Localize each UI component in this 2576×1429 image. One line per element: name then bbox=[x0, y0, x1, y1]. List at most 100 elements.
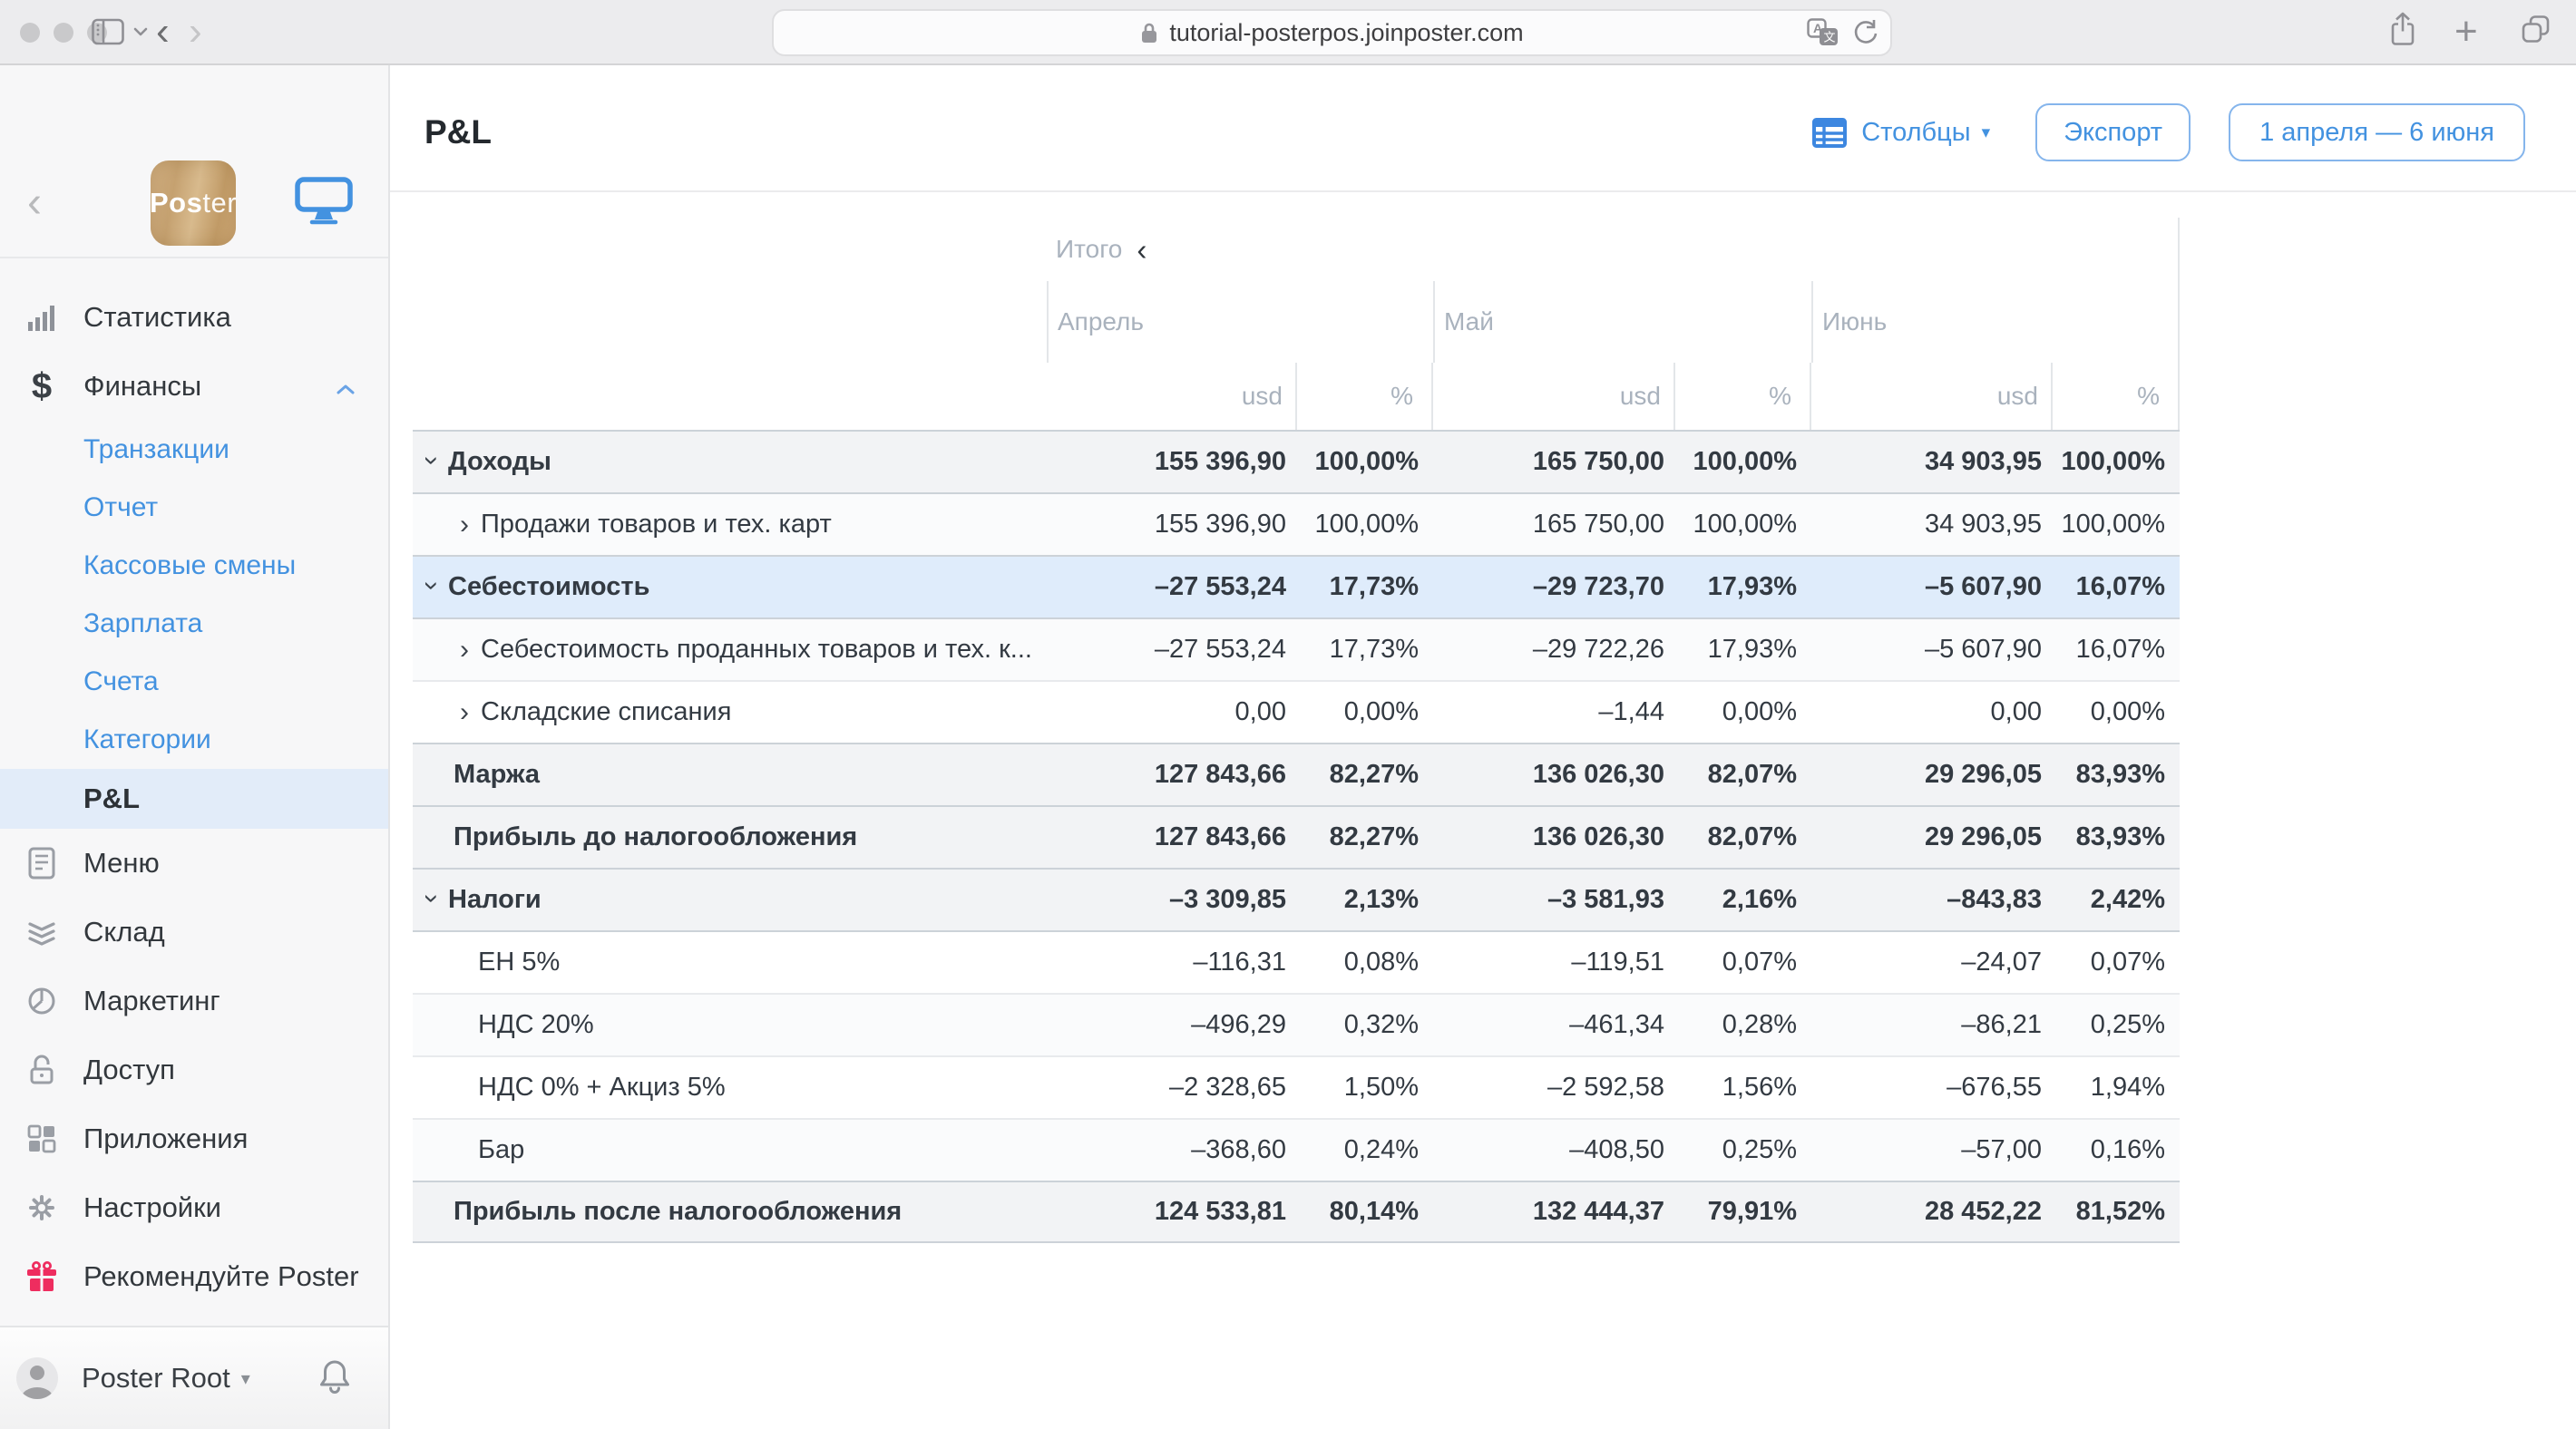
tab-overview-icon[interactable] bbox=[2520, 14, 2552, 51]
date-range-button[interactable]: 1 апреля — 6 июня bbox=[2229, 103, 2525, 161]
forward-button[interactable]: › bbox=[189, 12, 202, 52]
sidebar-item-categories[interactable]: Категории bbox=[0, 711, 388, 769]
percent-value-cell: 100,00% bbox=[1675, 432, 1811, 492]
main-content: P&L Столбцы ▾ Экспорт 1 апреля — 6 июня … bbox=[390, 65, 2576, 1429]
row-label: Продажи товаров и тех. карт bbox=[481, 510, 832, 540]
amount-value-cell: –5 607,90 bbox=[1811, 619, 2053, 680]
table-row: ›Складские списания0,000,00%–1,440,00%0,… bbox=[413, 680, 2180, 743]
sidebar-item-transactions[interactable]: Транзакции bbox=[0, 421, 388, 479]
browser-chrome: ‹ › tutorial-posterpos.joinposter.com A文… bbox=[0, 0, 2576, 65]
sidebar-item-report[interactable]: Отчет bbox=[0, 479, 388, 537]
row-label: Доходы bbox=[448, 447, 551, 477]
url-text: tutorial-posterpos.joinposter.com bbox=[1169, 19, 1523, 47]
sidebar-item-cash-shifts[interactable]: Кассовые смены bbox=[0, 537, 388, 595]
export-button[interactable]: Экспорт bbox=[2035, 103, 2191, 161]
sidebar: ‹ Poster Статистика $ Финансы bbox=[0, 65, 390, 1429]
row-label-cell[interactable]: ›Доходы bbox=[413, 432, 1047, 492]
sidebar-item-marketing[interactable]: Маркетинг bbox=[0, 967, 388, 1035]
percent-value-cell: 100,00% bbox=[2053, 494, 2180, 555]
browser-sidebar-toggle-icon[interactable] bbox=[92, 18, 124, 45]
percent-value-cell: 2,13% bbox=[1297, 870, 1433, 930]
percent-value-cell: 82,07% bbox=[1675, 807, 1811, 868]
page-title: P&L bbox=[424, 113, 492, 151]
pl-table-body: ›Доходы155 396,90100,00%165 750,00100,00… bbox=[413, 430, 2180, 1243]
table-header-units-row: usd % usd % usd % bbox=[413, 363, 2180, 430]
columns-button[interactable]: Столбцы ▾ bbox=[1812, 118, 1990, 148]
chevron-down-icon[interactable] bbox=[132, 26, 149, 37]
layers-icon bbox=[25, 912, 58, 952]
row-label-cell[interactable]: ›Налоги bbox=[413, 870, 1047, 930]
sidebar-item-apps[interactable]: Приложения bbox=[0, 1104, 388, 1173]
minimize-window-button[interactable] bbox=[54, 23, 73, 43]
sidebar-item-stock[interactable]: Склад bbox=[0, 898, 388, 967]
reload-icon[interactable] bbox=[1850, 18, 1879, 47]
amount-value-cell: 165 750,00 bbox=[1433, 494, 1675, 555]
close-window-button[interactable] bbox=[20, 23, 40, 43]
amount-value-cell: 136 026,30 bbox=[1433, 807, 1675, 868]
unit-header: usd bbox=[1047, 363, 1297, 430]
sidebar-item-statistics[interactable]: Статистика bbox=[0, 283, 388, 352]
expand-row-icon[interactable]: › bbox=[460, 637, 469, 664]
percent-value-cell: 83,93% bbox=[2053, 744, 2180, 805]
sidebar-item-label: Меню bbox=[83, 847, 160, 880]
row-label-cell[interactable]: ›Себестоимость проданных товаров и тех. … bbox=[413, 619, 1047, 680]
collapse-sidebar-icon[interactable]: ‹ bbox=[27, 181, 42, 225]
amount-value-cell: –368,60 bbox=[1047, 1120, 1297, 1181]
table-header-months-row: Апрель Май Июнь bbox=[413, 281, 2180, 363]
row-label: Бар bbox=[478, 1135, 524, 1165]
amount-value-cell: 29 296,05 bbox=[1811, 807, 2053, 868]
amount-value-cell: –461,34 bbox=[1433, 995, 1675, 1055]
collapse-row-icon[interactable]: › bbox=[418, 894, 445, 903]
percent-value-cell: 17,93% bbox=[1675, 619, 1811, 680]
percent-value-cell: 2,42% bbox=[2053, 870, 2180, 930]
expand-totals-icon[interactable]: ‹ bbox=[1137, 235, 1147, 265]
percent-value-cell: 0,16% bbox=[2053, 1120, 2180, 1181]
sidebar-item-finances[interactable]: $ Финансы bbox=[0, 352, 388, 421]
pos-terminal-icon[interactable] bbox=[294, 176, 354, 233]
chevron-up-icon[interactable] bbox=[336, 370, 356, 403]
share-icon[interactable] bbox=[2386, 12, 2419, 53]
totals-column-toggle[interactable]: Итого ‹ bbox=[1047, 218, 2180, 281]
translate-icon[interactable]: A文 bbox=[1807, 18, 1839, 47]
percent-value-cell: 80,14% bbox=[1297, 1182, 1433, 1241]
sidebar-item-label: Приложения bbox=[83, 1123, 248, 1155]
poster-logo[interactable]: Poster bbox=[151, 160, 236, 246]
address-bar[interactable]: tutorial-posterpos.joinposter.com A文 bbox=[772, 9, 1892, 56]
row-label-cell[interactable]: ›Себестоимость bbox=[413, 557, 1047, 617]
collapse-row-icon[interactable]: › bbox=[418, 456, 445, 465]
sidebar-item-accounts[interactable]: Счета bbox=[0, 653, 388, 711]
amount-value-cell: 127 843,66 bbox=[1047, 744, 1297, 805]
row-label-cell: Маржа bbox=[413, 744, 1047, 805]
back-button[interactable]: ‹ bbox=[156, 12, 170, 52]
percent-value-cell: 82,27% bbox=[1297, 807, 1433, 868]
user-menu[interactable]: Poster Root bbox=[82, 1362, 230, 1395]
expand-row-icon[interactable]: › bbox=[460, 699, 469, 726]
sidebar-item-access[interactable]: Доступ bbox=[0, 1035, 388, 1104]
month-header: Май bbox=[1433, 281, 1811, 363]
sidebar-item-recommend[interactable]: Рекомендуйте Poster bbox=[0, 1242, 388, 1311]
sidebar-item-menu[interactable]: Меню bbox=[0, 829, 388, 898]
row-label-cell: Бар bbox=[413, 1120, 1047, 1181]
chevron-down-icon[interactable]: ▾ bbox=[241, 1367, 250, 1390]
notifications-bell-icon[interactable] bbox=[317, 1357, 352, 1400]
sidebar-item-settings[interactable]: Настройки bbox=[0, 1173, 388, 1242]
row-label-cell[interactable]: ›Складские списания bbox=[413, 682, 1047, 743]
avatar[interactable] bbox=[16, 1357, 58, 1399]
amount-value-cell: 124 533,81 bbox=[1047, 1182, 1297, 1241]
collapse-row-icon[interactable]: › bbox=[418, 581, 445, 590]
sidebar-item-salary[interactable]: Зарплата bbox=[0, 595, 388, 653]
row-label-cell: Прибыль после налогообложения bbox=[413, 1182, 1047, 1241]
row-label: Прибыль до налогообложения bbox=[454, 822, 857, 852]
row-label: Себестоимость bbox=[448, 572, 649, 602]
sidebar-item-pnl[interactable]: P&L bbox=[0, 769, 388, 829]
amount-value-cell: –27 553,24 bbox=[1047, 557, 1297, 617]
document-icon bbox=[25, 843, 58, 883]
unlock-icon bbox=[25, 1050, 58, 1090]
percent-value-cell: 0,32% bbox=[1297, 995, 1433, 1055]
new-tab-icon[interactable]: + bbox=[2454, 12, 2478, 52]
page-header: P&L Столбцы ▾ Экспорт 1 апреля — 6 июня bbox=[390, 65, 2576, 192]
expand-row-icon[interactable]: › bbox=[460, 511, 469, 539]
row-label-cell: Прибыль до налогообложения bbox=[413, 807, 1047, 868]
row-label-cell[interactable]: › Продажи товаров и тех. карт bbox=[413, 494, 1047, 555]
amount-value-cell: –29 723,70 bbox=[1433, 557, 1675, 617]
